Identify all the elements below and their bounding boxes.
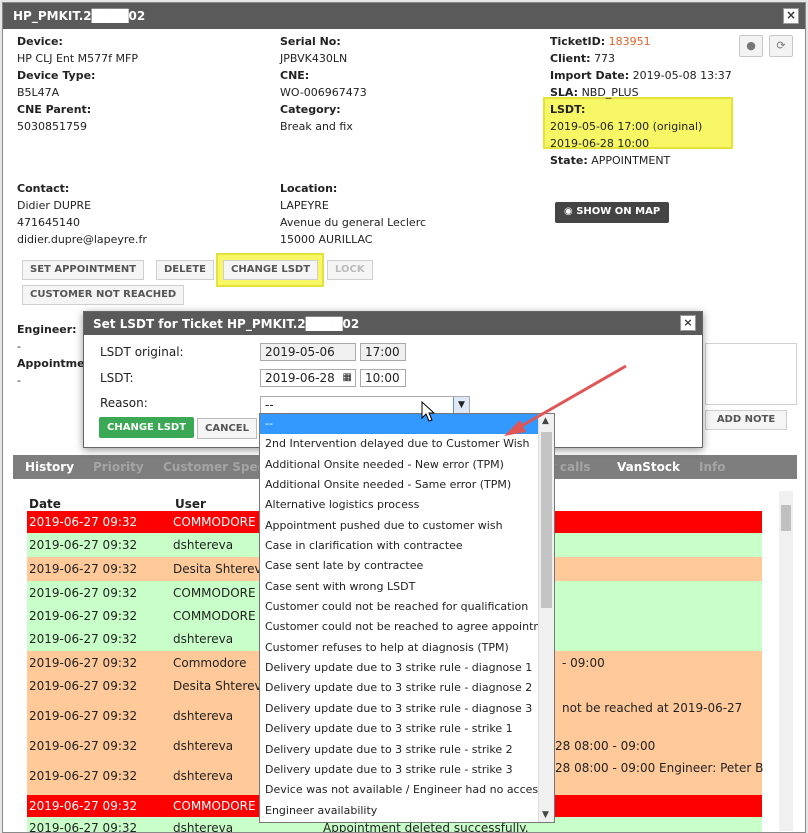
annotation-arrow (504, 364, 627, 436)
cursor-icon (421, 401, 435, 422)
arrow-head (504, 420, 526, 436)
arrow-shaft (517, 364, 627, 430)
